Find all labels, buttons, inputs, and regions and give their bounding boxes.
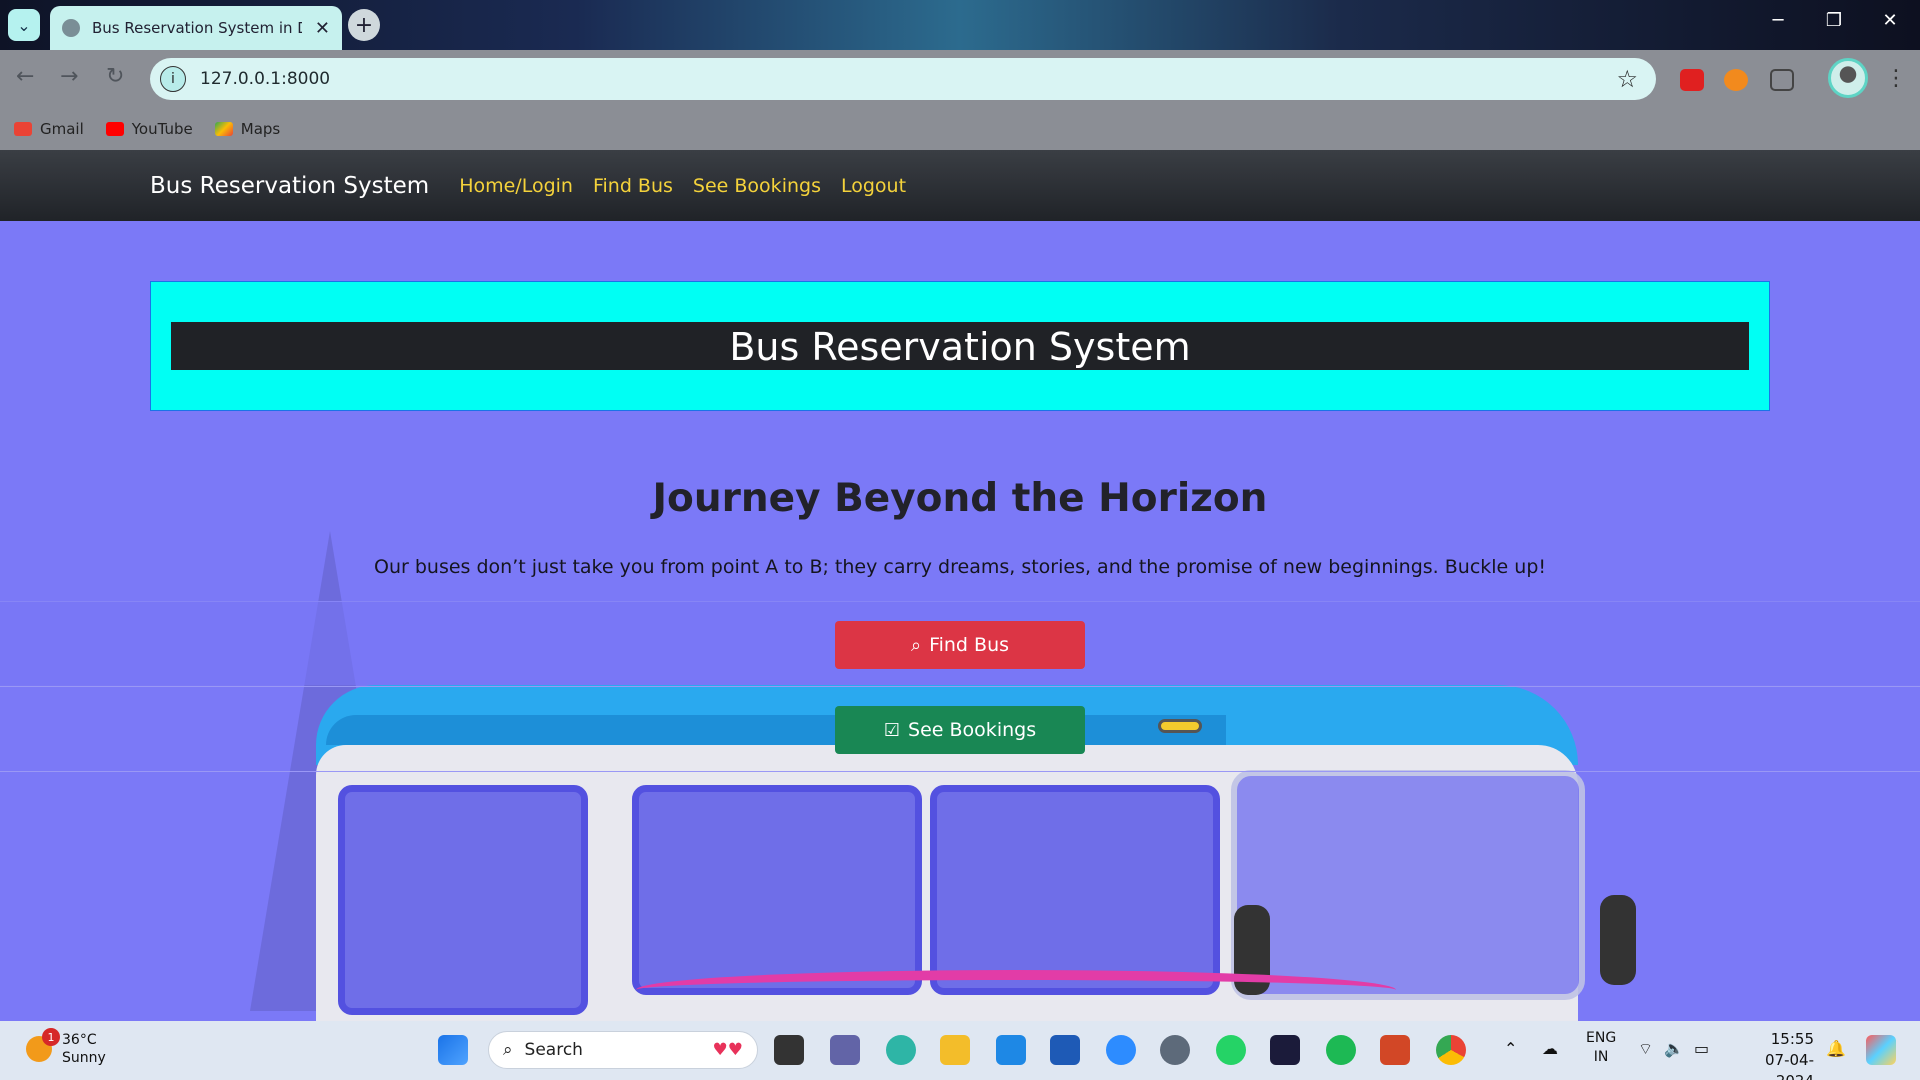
find-bus-button[interactable]: ⌕ Find Bus	[835, 621, 1085, 669]
weather-widget[interactable]: 1 36°C Sunny	[26, 1028, 106, 1067]
nav-link-find-bus[interactable]: Find Bus	[593, 175, 673, 197]
globe-icon	[62, 19, 80, 37]
whatsapp-icon[interactable]	[1216, 1035, 1246, 1065]
gmail-icon	[14, 122, 32, 136]
bookmark-label: Maps	[240, 120, 281, 138]
bus-window	[632, 785, 922, 995]
weather-badge: 1	[42, 1028, 60, 1046]
powerpoint-icon[interactable]	[1380, 1035, 1410, 1065]
divider	[0, 686, 1920, 687]
teams-chat-icon[interactable]	[830, 1035, 860, 1065]
tray-chevron-up-icon[interactable]: ⌃	[1504, 1039, 1517, 1058]
bookmarks-bar: Gmail YouTube Maps	[0, 108, 1920, 150]
volume-icon[interactable]: 🔈	[1664, 1039, 1684, 1058]
checklist-icon: ☑	[883, 719, 901, 741]
tab-close-icon[interactable]: ✕	[315, 18, 330, 39]
back-arrow-icon[interactable]: ←	[16, 64, 34, 89]
task-view-icon[interactable]	[774, 1035, 804, 1065]
battery-icon[interactable]: ▭	[1694, 1039, 1709, 1058]
lang-bottom: IN	[1593, 1049, 1609, 1065]
weather-temp: 36°C	[62, 1032, 97, 1048]
bookmark-gmail[interactable]: Gmail	[14, 120, 84, 138]
webex-icon[interactable]	[1270, 1035, 1300, 1065]
notification-bell-icon[interactable]: 🔔	[1826, 1039, 1846, 1058]
bus-windshield	[1231, 770, 1585, 1000]
bus-mirror	[1600, 895, 1636, 985]
lang-top: ENG	[1586, 1030, 1617, 1046]
bus-light	[1158, 719, 1202, 733]
edge-icon[interactable]	[886, 1035, 916, 1065]
site-navbar: Bus Reservation System Home/Login Find B…	[0, 150, 1920, 221]
zoom-icon[interactable]	[1106, 1035, 1136, 1065]
forward-arrow-icon[interactable]: →	[60, 64, 78, 89]
vscode-icon[interactable]	[996, 1035, 1026, 1065]
clock-time: 15:55	[1770, 1030, 1814, 1048]
bus-roof-shade	[326, 715, 1226, 745]
windows-start-icon[interactable]	[438, 1035, 468, 1065]
page-tagline: Our buses don’t just take you from point…	[374, 556, 1546, 578]
weather-desc: Sunny	[62, 1050, 106, 1066]
spotify-icon[interactable]	[1326, 1035, 1356, 1065]
youtube-icon	[105, 122, 124, 136]
tab-search-chevron-icon[interactable]: ⌄	[8, 9, 40, 41]
url-text[interactable]: 127.0.0.1:8000	[200, 69, 330, 89]
tab-title: Bus Reservation System in Djan	[92, 19, 302, 37]
extensions-puzzle-icon[interactable]	[1770, 69, 1794, 91]
browser-toolbar: ← → ↻ i 127.0.0.1:8000 ☆ ⋮	[0, 50, 1920, 108]
copilot-icon[interactable]	[1866, 1035, 1896, 1065]
hero-card: Bus Reservation System	[150, 281, 1770, 411]
settings-gear-icon[interactable]	[1160, 1035, 1190, 1065]
youtube-extension-icon[interactable]	[1680, 69, 1704, 91]
hero-title: Bus Reservation System	[171, 322, 1749, 370]
menu-kebab-icon[interactable]: ⋮	[1885, 66, 1907, 91]
taskbar-search[interactable]: ⌕ Search ♥♥	[488, 1031, 758, 1069]
hearts-icon: ♥♥	[712, 1040, 743, 1060]
sun-icon: 1	[26, 1028, 60, 1062]
nav-link-logout[interactable]: Logout	[841, 175, 906, 197]
chrome-icon[interactable]	[1436, 1035, 1466, 1065]
search-placeholder: Search	[524, 1040, 583, 1060]
search-icon: ⌕	[503, 1040, 513, 1060]
search-icon: ⌕	[910, 634, 922, 656]
bus-stripe	[636, 970, 1396, 1010]
see-bookings-button[interactable]: ☑ See Bookings	[835, 706, 1085, 754]
system-clock[interactable]: 15:55 07-04-2024	[1736, 1029, 1814, 1080]
language-indicator[interactable]: ENG IN	[1586, 1029, 1616, 1067]
bookmark-maps[interactable]: Maps	[214, 120, 281, 138]
restore-icon[interactable]: ❐	[1814, 10, 1854, 31]
reload-icon[interactable]: ↻	[106, 64, 124, 89]
clock-date: 07-04-2024	[1765, 1051, 1814, 1080]
see-bookings-label: See Bookings	[908, 719, 1037, 741]
minimize-icon[interactable]: ─	[1758, 10, 1798, 31]
microsoft-store-icon[interactable]	[1050, 1035, 1080, 1065]
taskbar: 1 36°C Sunny ⌕ Search ♥♥ ⌃ ☁ ENG IN ⌔ 🔈 …	[0, 1021, 1920, 1080]
find-bus-label: Find Bus	[929, 634, 1010, 656]
divider	[0, 771, 1920, 772]
file-explorer-icon[interactable]	[940, 1035, 970, 1065]
nav-link-home-login[interactable]: Home/Login	[459, 175, 573, 197]
bus-window	[930, 785, 1220, 995]
onedrive-cloud-icon[interactable]: ☁	[1542, 1039, 1558, 1058]
bookmark-youtube[interactable]: YouTube	[105, 120, 193, 138]
navbar-brand[interactable]: Bus Reservation System	[150, 173, 429, 199]
bookmark-label: Gmail	[40, 120, 84, 138]
browser-tab-strip: ⌄ Bus Reservation System in Djan ✕ + ─ ❐…	[0, 0, 1920, 50]
bus-window	[338, 785, 588, 1015]
new-tab-button[interactable]: +	[348, 9, 380, 41]
nav-link-see-bookings[interactable]: See Bookings	[693, 175, 821, 197]
page-content: Bus Reservation System Journey Beyond th…	[0, 221, 1920, 1021]
wifi-icon[interactable]: ⌔	[1638, 1039, 1653, 1059]
browser-tab[interactable]: Bus Reservation System in Djan ✕	[50, 6, 342, 50]
window-close-icon[interactable]: ✕	[1870, 10, 1910, 31]
maps-icon	[214, 122, 233, 136]
bookmark-star-icon[interactable]: ☆	[1616, 65, 1638, 93]
profile-avatar[interactable]	[1828, 58, 1868, 98]
page-headline: Journey Beyond the Horizon	[652, 476, 1268, 521]
bookmark-label: YouTube	[131, 120, 193, 138]
metamask-fox-icon[interactable]	[1724, 69, 1748, 91]
address-bar[interactable]: i 127.0.0.1:8000 ☆	[150, 58, 1656, 100]
site-info-icon[interactable]: i	[160, 66, 186, 92]
